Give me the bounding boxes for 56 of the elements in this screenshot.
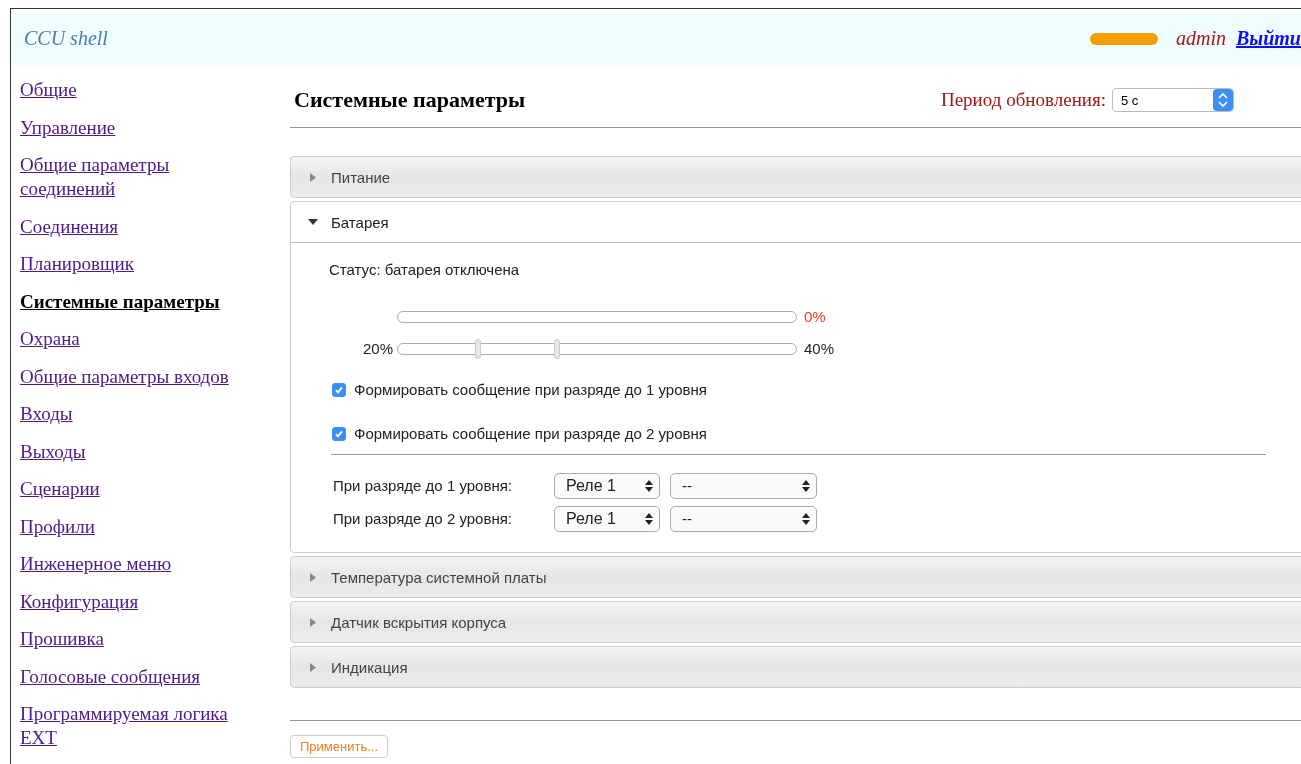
action-label: При разряде до 2 уровня: [333, 510, 513, 527]
section-header[interactable]: Батарея [291, 202, 1301, 243]
user-name: admin [1175, 27, 1226, 50]
caret-right-icon [310, 172, 316, 182]
section-header[interactable]: Индикация [291, 647, 1301, 687]
sidebar-link[interactable]: Конфигурация [20, 589, 139, 614]
sidebar-link[interactable]: Инженерное меню [20, 552, 172, 576]
slider-min-label: 20% [361, 340, 393, 357]
logout-link[interactable]: Выйти [1235, 27, 1301, 50]
checkbox-label: Формировать сообщение при разряде до 1 уровня [354, 381, 707, 398]
slider-max-label: 0% [804, 308, 826, 325]
sidebar-link[interactable]: Программируемая логика EXT [20, 702, 260, 750]
sidebar-link[interactable]: Входы [20, 402, 73, 426]
caret-down-icon [308, 219, 318, 225]
battery-status: Статус: батарея отключена [329, 261, 521, 278]
sidebar-link[interactable]: Планировщик [20, 252, 134, 276]
target-dropdown[interactable]: -- [670, 472, 817, 499]
updown-icon [645, 512, 653, 525]
relay-dropdown[interactable]: Реле 1 [554, 472, 660, 499]
sidebar-link[interactable]: Охрана [20, 327, 80, 351]
caret-right-icon [310, 617, 316, 627]
checkbox-label: Формировать сообщение при разряде до 2 уровня [354, 425, 707, 442]
caret-right-icon [310, 662, 316, 672]
sidebar-link[interactable]: Системные параметры [20, 289, 220, 314]
caret-right-icon [310, 572, 316, 582]
slider-track[interactable] [397, 310, 797, 323]
sidebar-link[interactable]: Голосовые сообщения [20, 664, 201, 689]
sidebar-link[interactable]: Прошивка [20, 627, 104, 651]
app-title: CCU shell [24, 27, 109, 50]
sidebar-link[interactable]: Общие параметры соединений [20, 153, 260, 201]
sidebar-link[interactable]: Общие параметры входов [20, 364, 229, 389]
relay-dropdown[interactable]: Реле 1 [554, 505, 660, 532]
sidebar-link[interactable]: Выходы [20, 439, 86, 464]
sidebar-link[interactable]: Сценарии [20, 477, 100, 501]
status-indicator [1089, 32, 1158, 45]
sidebar-link[interactable]: Профили [20, 514, 95, 539]
section-header[interactable]: Датчик вскрытия корпуса [291, 602, 1301, 642]
stepper-icon [1213, 89, 1233, 111]
sidebar-link[interactable]: Соединения [20, 214, 119, 239]
slider-max-label: 40% [804, 340, 835, 357]
checkbox[interactable] [332, 382, 346, 397]
updown-icon [802, 479, 810, 492]
page-title: Системные параметры [294, 87, 527, 113]
action-label: При разряде до 1 уровня: [333, 477, 513, 494]
refresh-dropdown[interactable]: 5 с [1112, 88, 1234, 112]
checkbox[interactable] [332, 426, 346, 441]
sidebar-link[interactable]: Общие [20, 78, 77, 102]
slider-thumb[interactable] [554, 338, 561, 359]
updown-icon [645, 479, 653, 492]
target-dropdown[interactable]: -- [670, 505, 817, 532]
section-header[interactable]: Питание [291, 157, 1301, 197]
refresh-label: Период обновления: [940, 89, 1106, 111]
updown-icon [802, 512, 810, 525]
slider-thumb[interactable] [474, 338, 481, 359]
sidebar-link[interactable]: Управление [20, 115, 116, 140]
section-header[interactable]: Температура системной платы [291, 557, 1301, 597]
